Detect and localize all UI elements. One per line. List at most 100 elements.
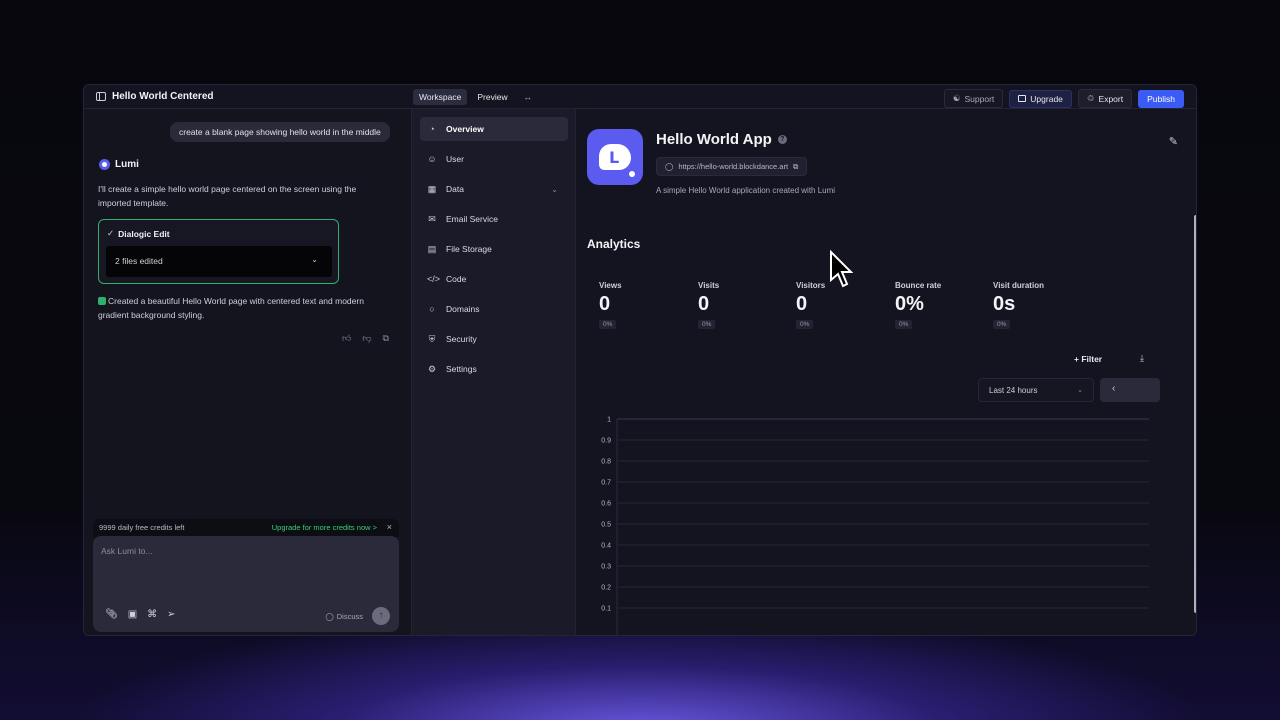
stat-label: Visits — [698, 281, 720, 290]
chevron-down-icon: ⌄ — [1077, 387, 1083, 394]
chat-composer[interactable]: Ask Lumi to... 📎︎ ▣ ⌘ ➢ ◯ Discuss ↑ — [93, 536, 399, 632]
time-range-select[interactable]: Last 24 hours ⌄ — [978, 378, 1094, 402]
chat-bubble-icon: ◯ — [325, 612, 334, 621]
stat-value: 0 — [599, 293, 611, 315]
assistant-message: I'll create a simple hello world page ce… — [98, 184, 357, 208]
prev-page-button[interactable]: ‹ — [1100, 378, 1160, 402]
upgrade-credits-link[interactable]: Upgrade for more credits now > — [272, 523, 377, 532]
nav-item-settings[interactable]: ⚙ Settings — [420, 357, 568, 381]
y-tick-label: 0.7 — [601, 480, 611, 487]
app-title: Hello World App ? — [656, 131, 787, 148]
y-tick-label: 0.3 — [601, 564, 611, 571]
check-icon: ✓ — [107, 228, 115, 238]
overview-main: Hello World App ? ◯ https://hello-world.… — [577, 109, 1196, 635]
components-icon[interactable]: ⌘ — [147, 609, 157, 620]
export-button[interactable]: ♲ Export — [1077, 89, 1133, 108]
gear-icon: ⚙ — [427, 364, 437, 374]
filter-button[interactable]: + Filter — [1074, 354, 1102, 364]
filter-label: Filter — [1081, 354, 1103, 364]
publish-button[interactable]: Publish — [1138, 89, 1184, 108]
pointer-icon[interactable]: ➢ — [167, 609, 175, 620]
credits-banner: 9999 daily free credits left Upgrade for… — [93, 519, 399, 537]
nav-item-data[interactable]: ▦ Data ⌄ — [420, 177, 568, 201]
completion-text: Created a beautiful Hello World page wit… — [98, 296, 364, 320]
nav-item-code[interactable]: </> Code — [420, 267, 568, 291]
app-window: Hello World Centered Workspace Preview ↔… — [83, 84, 1197, 636]
nav-item-file-storage[interactable]: ▤ File Storage — [420, 237, 568, 261]
nav-item-label: Email Service — [446, 214, 498, 224]
copy-icon[interactable]: ⧉ — [383, 333, 389, 344]
composer-tools: 📎︎ ▣ ⌘ ➢ — [105, 609, 176, 620]
app-url-chip[interactable]: ◯ https://hello-world.blockdance.art ⧉ — [656, 157, 808, 176]
nav-item-security[interactable]: ⛨ Security — [420, 327, 568, 351]
edit-icon[interactable]: ✎ — [1169, 135, 1178, 148]
download-icon[interactable]: ⤓ — [1140, 353, 1144, 364]
stat-change: 0% — [796, 320, 814, 329]
stat-change: 0% — [599, 320, 617, 329]
attach-icon[interactable]: 📎︎ — [105, 609, 118, 620]
chat-input[interactable]: Ask Lumi to... — [101, 546, 153, 556]
y-tick-label: 0.5 — [601, 522, 611, 529]
discuss-button[interactable]: ◯ Discuss — [325, 612, 363, 621]
expand-arrows-icon[interactable]: ↔ — [518, 89, 539, 105]
pie-icon: ◔ — [429, 124, 435, 134]
stat-value: 0 — [796, 293, 808, 315]
support-label: Support — [964, 93, 995, 104]
help-icon[interactable]: ? — [777, 135, 787, 144]
files-edited-dropdown[interactable]: 2 files edited ⌄ — [106, 246, 332, 277]
thumbs-down-icon[interactable]: 👎︎ — [362, 333, 371, 344]
tab-preview[interactable]: Preview — [471, 89, 513, 105]
copy-icon[interactable]: ⧉ — [793, 162, 798, 172]
stat-change: 0% — [698, 320, 716, 329]
nav-item-email-service[interactable]: ✉ Email Service — [420, 207, 568, 231]
nav-item-overview[interactable]: ◔ Overview — [420, 117, 568, 141]
nav-item-label: Code — [446, 274, 467, 284]
dialogic-edit-card: ✓ Dialogic Edit 2 files edited ⌄ — [98, 219, 339, 284]
assistant-name: Lumi — [115, 159, 139, 170]
scrollbar[interactable] — [1194, 215, 1196, 613]
sparkle-icon — [98, 297, 106, 305]
globe-icon: ○ — [429, 304, 435, 314]
project-title[interactable]: Hello World Centered — [96, 91, 214, 102]
drive-icon: ▤ — [427, 244, 437, 254]
nav-item-label: Domains — [446, 304, 480, 314]
globe-icon: ◯ — [665, 162, 674, 171]
time-range-value: Last 24 hours — [989, 386, 1038, 395]
analytics-heading: Analytics — [587, 237, 641, 251]
user-icon: ☺ — [427, 154, 437, 164]
tab-workspace[interactable]: Workspace — [413, 89, 468, 105]
support-button[interactable]: ☯ Support — [943, 89, 1004, 108]
stat-label: Visit duration — [993, 281, 1044, 290]
chevron-down-icon: ⌄ — [311, 255, 318, 264]
nav-item-label: Data — [446, 184, 464, 194]
stat-label: Visitors — [796, 281, 826, 290]
sidebar-toggle-icon[interactable] — [96, 92, 106, 101]
chevron-down-icon: ⌄ — [551, 184, 558, 194]
view-tabs: Workspace Preview ↔ — [413, 89, 538, 105]
nav-item-label: User — [446, 154, 464, 164]
stats-row: Views 0 0% Visits 0 0% Visitors 0 0% Bou… — [587, 269, 1172, 329]
logo-dot — [629, 171, 635, 177]
nav-item-user[interactable]: ☺ User — [420, 147, 568, 171]
nav-item-domains[interactable]: ○ Domains — [420, 297, 568, 321]
mail-icon: ✉ — [428, 214, 436, 224]
nav-item-label: Security — [446, 334, 477, 344]
y-tick-label: 0.4 — [601, 543, 611, 550]
export-label: Export — [1098, 93, 1124, 104]
headset-icon: ☯ — [952, 93, 961, 103]
note-icon[interactable]: ▣ — [128, 609, 137, 620]
close-icon[interactable]: × — [387, 522, 392, 532]
credits-left: 9999 daily free credits left — [99, 523, 185, 532]
stat-value: 0% — [895, 293, 924, 315]
top-bar: Hello World Centered Workspace Preview ↔… — [84, 85, 1196, 109]
user-message: create a blank page showing hello world … — [170, 122, 390, 142]
send-button[interactable]: ↑ — [372, 607, 390, 625]
y-tick-label: 0.6 — [601, 501, 611, 508]
project-title-text: Hello World Centered — [112, 91, 214, 102]
upgrade-button[interactable]: Upgrade — [1009, 89, 1072, 108]
thumbs-up-icon[interactable]: 👍︎ — [342, 333, 351, 344]
dialog-header: ✓ Dialogic Edit — [107, 228, 170, 239]
app-url: https://hello-world.blockdance.art — [678, 162, 789, 171]
analytics-chart: 1 0.9 0.8 0.7 0.6 0.5 0.4 0.3 0.2 0.1 — [601, 417, 1149, 635]
stat-value: 0 — [698, 293, 710, 315]
